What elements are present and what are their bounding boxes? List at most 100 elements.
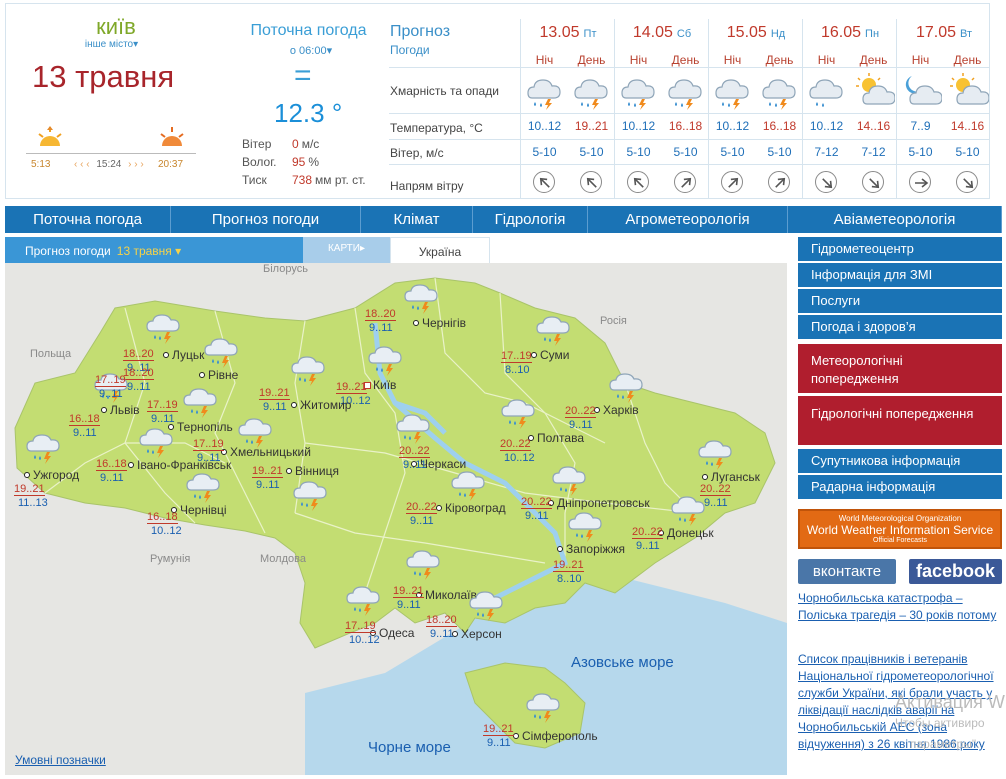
- city-day-temp: 18..20: [123, 348, 154, 361]
- period-day-label: День: [953, 53, 982, 67]
- wind-direction-arrow-icon: [568, 170, 615, 198]
- sidebar-item-hydro-warnings[interactable]: Гідрологічні попередження: [798, 396, 1002, 445]
- city-marker: [291, 402, 297, 408]
- city-name-label[interactable]: Одеса: [379, 626, 414, 640]
- sun-timeline: [26, 153, 196, 154]
- moon-cloud-icon: [897, 72, 944, 112]
- sidebar-item-health[interactable]: Погода і здоров’я: [798, 315, 1002, 339]
- tab-ukraine[interactable]: Україна: [390, 237, 490, 263]
- rain-thunder-icon: [290, 353, 328, 392]
- city-night-temp: 10..12: [349, 634, 380, 646]
- sidebar-item-hydromet-center[interactable]: Гідрометеоцентр: [798, 237, 1002, 261]
- wind-direction-arrow-icon: [521, 170, 568, 198]
- country-label: Польща: [30, 348, 72, 360]
- city-day-temp: 19..21: [483, 723, 514, 736]
- activation-watermark: Активация W: [895, 692, 1005, 712]
- sunset-icon: [160, 127, 184, 146]
- city-name-label[interactable]: Тернопіль: [177, 420, 233, 434]
- nav-item-hydrology[interactable]: Гідрологія: [473, 206, 588, 233]
- nav-item-current-weather[interactable]: Поточна погода: [5, 206, 171, 233]
- nav-item-agrometeorology[interactable]: Агрометеорологія: [588, 206, 788, 233]
- city-name-label[interactable]: Сімферополь: [522, 729, 598, 743]
- legend-link[interactable]: Умовні позначки: [15, 753, 106, 767]
- sidebar-item-meteo-warnings[interactable]: Метеорологічні попередження: [798, 344, 1002, 393]
- sidebar-item-services[interactable]: Послуги: [798, 289, 1002, 313]
- vkontakte-button[interactable]: вконтакте: [798, 559, 896, 584]
- forecast-wind: 5-10: [579, 145, 604, 159]
- wind-direction-arrow-icon: [803, 170, 850, 198]
- city-day-temp: 19..21: [259, 387, 290, 400]
- city-marker: [413, 320, 419, 326]
- city-night-temp: 9..11: [73, 427, 97, 439]
- nav-item-aviation-meteorology[interactable]: Авіаметеорологія: [788, 206, 1002, 233]
- city-name-label[interactable]: Рівне: [208, 368, 238, 382]
- forecast-wind: 7-12: [861, 145, 886, 159]
- sunrise-time: 5:13: [31, 159, 51, 170]
- other-city-dropdown[interactable]: інше місто▾: [74, 39, 149, 50]
- city-day-temp: 20..22: [632, 526, 663, 539]
- city-night-temp: 8..10: [505, 364, 530, 376]
- city-marker: [163, 352, 169, 358]
- news-link[interactable]: Чорнобильська катастрофа – Поліська траг…: [798, 590, 998, 624]
- city-marker: [101, 407, 107, 413]
- city-name-label[interactable]: Житомир: [300, 398, 351, 412]
- period-day-label: День: [765, 53, 794, 67]
- rain-thunder-icon: [568, 72, 615, 112]
- city-name-label[interactable]: Запоріжжя: [566, 542, 625, 556]
- city-night-temp: 9..11: [410, 515, 434, 527]
- country-label: Молдова: [260, 553, 306, 565]
- city-name-label[interactable]: Луганськ: [711, 470, 760, 484]
- forecast-day-header: 17.05 Вт: [915, 24, 973, 41]
- rain-icon: [803, 72, 850, 112]
- chevron-down-icon: ▾: [133, 39, 139, 50]
- forecast-temp: 7..9: [910, 119, 931, 133]
- nav-item-climate[interactable]: Клімат: [361, 206, 473, 233]
- wind-direction-arrow-icon: [897, 170, 944, 198]
- forecast-temp: 10..12: [715, 119, 750, 133]
- forecast-temp: 16..18: [668, 119, 703, 133]
- nav-item-forecast[interactable]: Прогноз погоди: [171, 206, 361, 233]
- sidebar-item-satellite[interactable]: Супутникова інформація: [798, 449, 1002, 473]
- city-name-label[interactable]: Кіровоград: [445, 501, 506, 515]
- city-marker: [199, 372, 205, 378]
- city-night-temp: 10..12: [151, 525, 182, 537]
- rain-thunder-icon: [145, 311, 183, 350]
- sidebar-item-media[interactable]: Інформація для ЗМІ: [798, 263, 1002, 287]
- chevron-down-icon: ▾: [326, 45, 333, 57]
- city-name-label[interactable]: Київ: [373, 378, 396, 392]
- city-name-label[interactable]: Харків: [603, 403, 639, 417]
- period-night-label: Ніч: [535, 53, 554, 67]
- city-night-temp: 9..11: [263, 401, 287, 413]
- city-name-label[interactable]: Ужгород: [33, 468, 79, 482]
- tab-forecast-date[interactable]: Прогноз погоди 13 травня ▾: [5, 237, 303, 263]
- city-name-label[interactable]: Луцьк: [172, 348, 204, 362]
- city-name-label[interactable]: Донецьк: [667, 526, 714, 540]
- city-name-label[interactable]: Вінниця: [295, 464, 339, 478]
- city-name-label[interactable]: Полтава: [537, 431, 584, 445]
- forecast-wind: 5-10: [532, 145, 557, 159]
- city-day-temp: 20..22: [521, 496, 552, 509]
- rain-thunder-icon: [615, 72, 662, 112]
- city-name-label[interactable]: Хмельницький: [230, 445, 311, 459]
- current-temperature: 12.3 °: [274, 98, 343, 128]
- period-night-label: Ніч: [911, 53, 930, 67]
- city-name-label[interactable]: Львів: [110, 403, 140, 417]
- sun-cloud-icon: [850, 72, 897, 112]
- wmo-banner[interactable]: World Meteorological Organization World …: [798, 509, 1002, 549]
- facebook-button[interactable]: facebook: [909, 559, 1002, 584]
- tab-maps[interactable]: КАРТИ▸: [303, 237, 390, 263]
- forecast-day-header: 13.05 Пт: [539, 24, 597, 41]
- city-name-label[interactable]: Дніпропетровськ: [557, 496, 650, 510]
- sunrise-icon: [38, 126, 62, 146]
- weather-header: київ інше місто▾ 13 травня 5:13 ‹ ‹ ‹ 15…: [5, 3, 990, 199]
- fog-symbol: =: [294, 59, 312, 92]
- city-name-label[interactable]: Чернівці: [180, 503, 227, 517]
- forecast-wind: 5-10: [908, 145, 933, 159]
- sidebar-item-radar[interactable]: Радарна інформація: [798, 475, 1002, 499]
- current-time-dropdown[interactable]: о 06:00▾: [261, 44, 361, 57]
- city-name-label[interactable]: Чернігів: [422, 316, 466, 330]
- row-label-wind: Вітер, м/с: [390, 146, 444, 160]
- city-name-label[interactable]: Херсон: [461, 627, 502, 641]
- city-day-temp: 20..22: [399, 445, 430, 458]
- city-name-label[interactable]: Суми: [540, 348, 569, 362]
